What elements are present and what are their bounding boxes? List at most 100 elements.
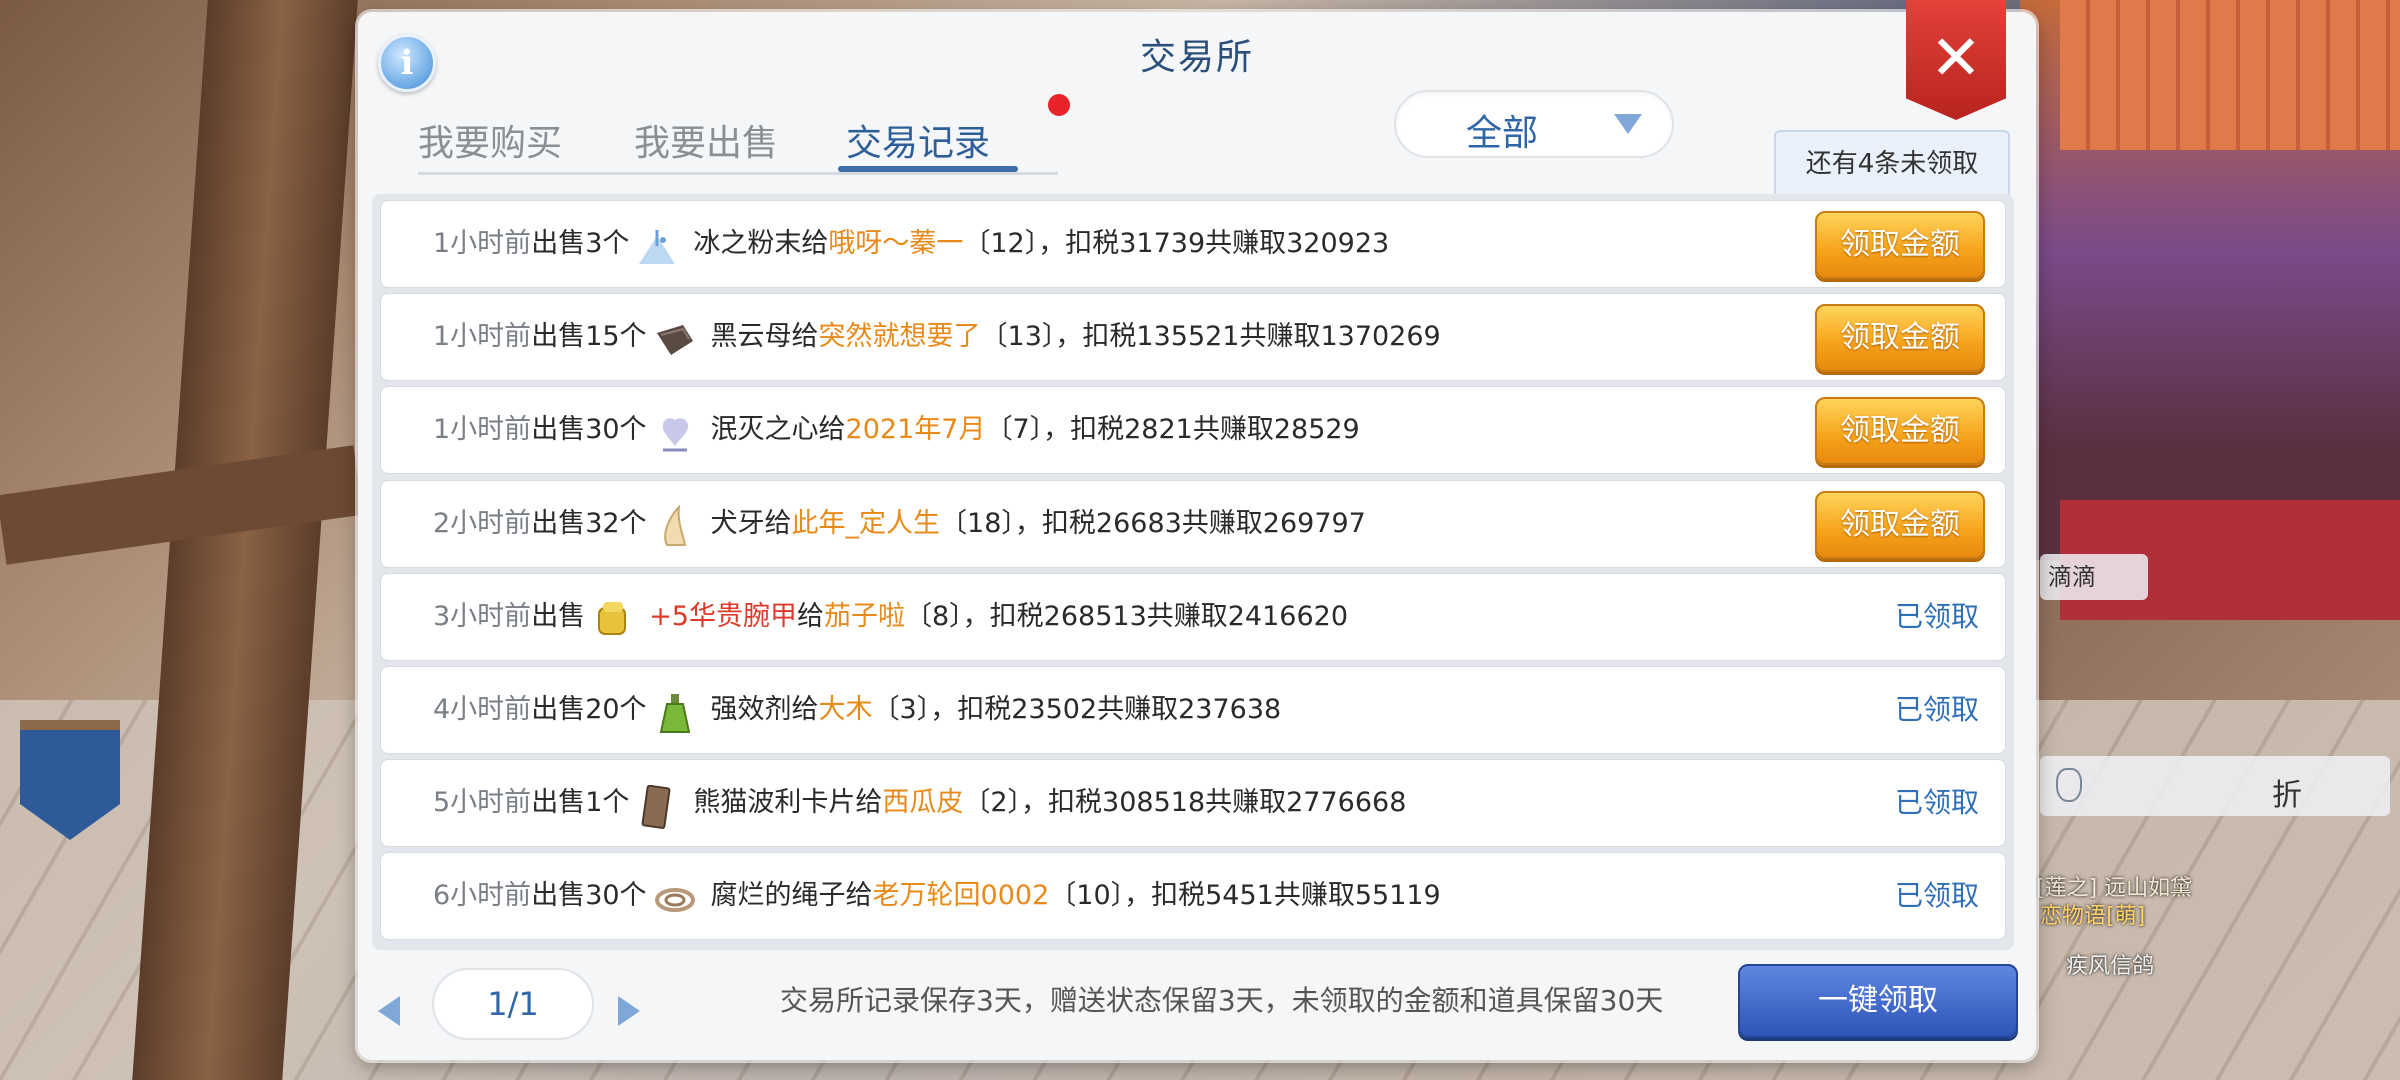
record-buyer[interactable]: 哦呀～蓁一 <box>828 228 963 259</box>
bg-roof <box>2060 0 2400 150</box>
record-buyer[interactable]: 2021年7月 <box>846 414 986 445</box>
record-row: 5小时前出售1个 熊猫波利卡片给西瓜皮〔2〕，扣税308518共赚取2776668… <box>380 759 2006 848</box>
tab-bar: 我要购买 我要出售 交易记录 <box>418 94 1070 175</box>
record-buyer[interactable]: 大木 <box>819 694 873 725</box>
record-row: 3小时前出售 +5华贵腕甲给茄子啦〔8〕，扣税268513共赚取2416620 已领… <box>380 572 2006 661</box>
record-time: 5小时前 <box>433 787 532 819</box>
claimed-status: 已领取 <box>1894 879 1979 913</box>
record-text: 3小时前出售 +5华贵腕甲给茄子啦〔8〕，扣税268513共赚取2416620 <box>433 574 1348 660</box>
record-item-name: 泯灭之心 <box>710 414 819 446</box>
record-text: 1小时前出售3个 冰之粉末给哦呀～蓁一〔12〕，扣税31739共赚取320923 <box>433 201 1389 287</box>
record-text: 1小时前出售15个 黑云母给突然就想要了〔13〕，扣税135521共赚取13702… <box>433 294 1441 380</box>
claim-amount-button[interactable]: 领取金额 <box>1815 211 1985 279</box>
bg-chat-chip[interactable]: 滴滴 <box>2040 554 2148 600</box>
record-to: 给 <box>791 694 819 725</box>
record-verb: 出售 <box>531 787 586 819</box>
record-row: 4小时前出售20个 强效剂给大木〔3〕，扣税23502共赚取237638 已领取 <box>380 666 2006 754</box>
tab-sell[interactable]: 我要出售 <box>634 114 778 166</box>
record-text: 2小时前出售32个 犬牙给此年_定人生〔18〕，扣税26683共赚取269797 <box>433 481 1366 567</box>
record-to: 给 <box>791 321 819 353</box>
claimed-status: 已领取 <box>1894 786 1979 820</box>
record-text: 6小时前出售30个 腐烂的绳子给老万轮回0002〔10〕，扣税5451共赚取551… <box>433 853 1441 939</box>
record-text: 1小时前出售30个 泯灭之心给2021年7月〔7〕，扣税2821共赚取28529 <box>433 387 1360 473</box>
record-buyer[interactable]: 茄子啦 <box>824 601 905 632</box>
record-item-name: +5华贵腕甲 <box>649 600 797 632</box>
dropdown-arrow-icon <box>1614 114 1642 134</box>
record-time: 2小时前 <box>433 507 532 539</box>
record-quantity: 15个 <box>585 321 647 353</box>
next-page-icon[interactable] <box>618 996 640 1026</box>
card-icon <box>635 778 679 829</box>
record-time: 3小时前 <box>433 600 532 632</box>
record-buyer[interactable]: 此年_定人生 <box>792 508 941 539</box>
record-item-name: 腐烂的绳子 <box>710 880 846 912</box>
bg-discount-chip-text: 折 <box>2272 778 2302 813</box>
record-time: 4小时前 <box>433 694 532 725</box>
record-to: 给 <box>801 228 829 259</box>
record-detail: 〔12〕，扣税31739共赚取320923 <box>963 228 1390 259</box>
record-item-name: 犬牙 <box>710 507 765 539</box>
record-item-name: 熊猫波利卡片 <box>693 787 856 819</box>
page-indicator: 1/1 <box>432 968 594 1040</box>
record-text: 5小时前出售1个 熊猫波利卡片给西瓜皮〔2〕，扣税308518共赚取2776668 <box>433 760 1406 846</box>
record-verb: 出售 <box>531 880 586 912</box>
record-verb: 出售 <box>531 228 586 259</box>
record-list[interactable]: 1小时前出售3个 冰之粉末给哦呀～蓁一〔12〕，扣税31739共赚取320923 领… <box>372 194 2014 950</box>
record-detail: 〔2〕，扣税308518共赚取2776668 <box>963 787 1407 819</box>
bg-discount-chip[interactable]: 折 <box>2040 756 2390 816</box>
record-buyer[interactable]: 突然就想要了 <box>819 321 981 352</box>
close-icon: ✕ <box>1930 21 1982 94</box>
record-time: 1小时前 <box>433 321 532 353</box>
player-title: 恋物语[萌] <box>2040 904 2146 929</box>
record-quantity: 32个 <box>585 507 647 539</box>
record-detail: 〔13〕，扣税135521共赚取1370269 <box>980 321 1441 353</box>
money-bag-icon <box>2056 768 2082 802</box>
tab-trade-records[interactable]: 交易记录 <box>846 114 990 166</box>
claim-all-button[interactable]: 一键领取 <box>1738 964 2018 1038</box>
record-verb: 出售 <box>531 694 586 725</box>
fang-icon <box>653 498 697 547</box>
record-buyer[interactable]: 西瓜皮 <box>882 787 963 818</box>
record-detail: 〔8〕，扣税268513共赚取2416620 <box>905 600 1348 632</box>
record-quantity: 30个 <box>585 880 647 912</box>
unclaimed-tooltip: 还有4条未领取 <box>1774 130 2010 198</box>
tab-buy[interactable]: 我要购买 <box>418 114 562 166</box>
record-quantity: 20个 <box>585 694 647 725</box>
record-row: 1小时前出售3个 冰之粉末给哦呀～蓁一〔12〕，扣税31739共赚取320923 领… <box>380 200 2006 288</box>
record-to: 给 <box>764 507 792 539</box>
exchange-panel: i 交易所 ✕ 我要购买 我要出售 交易记录 全部 还有4条未领取 1小时前出售… <box>358 0 2036 1060</box>
record-row: 1小时前出售30个 泯灭之心给2021年7月〔7〕，扣税2821共赚取28529 领… <box>380 386 2006 475</box>
record-text: 4小时前出售20个 强效剂给大木〔3〕，扣税23502共赚取237638 <box>433 667 1281 753</box>
filter-dropdown[interactable]: 全部 <box>1394 90 1674 158</box>
filter-value: 全部 <box>1466 113 1539 154</box>
notification-dot-icon <box>1048 94 1070 116</box>
potion-icon <box>653 685 697 733</box>
record-detail: 〔10〕，扣税5451共赚取55119 <box>1049 880 1441 912</box>
record-verb: 出售 <box>531 600 586 632</box>
claim-amount-button[interactable]: 领取金额 <box>1815 397 1985 466</box>
retention-note: 交易所记录保存3天，赠送状态保留3天，未领取的金额和道具保留30天 <box>780 984 1664 1017</box>
record-time: 1小时前 <box>433 414 532 446</box>
record-row: 6小时前出售30个 腐烂的绳子给老万轮回0002〔10〕，扣税5451共赚取551… <box>380 852 2006 941</box>
record-item-name: 强效剂 <box>710 694 792 725</box>
bg-chat-chip-text: 滴滴 <box>2048 563 2096 591</box>
record-to: 给 <box>818 414 846 446</box>
record-item-name: 黑云母 <box>710 321 792 353</box>
claim-amount-button[interactable]: 领取金额 <box>1815 304 1985 373</box>
record-verb: 出售 <box>531 321 586 353</box>
prev-page-icon[interactable] <box>378 996 400 1026</box>
record-time: 1小时前 <box>433 228 532 259</box>
close-button[interactable]: ✕ <box>1906 0 2006 120</box>
claimed-status: 已领取 <box>1894 599 1979 633</box>
record-to: 给 <box>855 787 883 819</box>
gauntlet-icon <box>591 591 635 636</box>
record-buyer[interactable]: 老万轮回0002 <box>873 880 1050 911</box>
heart-icon <box>653 405 697 452</box>
record-detail: 〔7〕，扣税2821共赚取28529 <box>985 414 1360 446</box>
record-item-name: 冰之粉末 <box>693 228 802 259</box>
record-quantity: 1个 <box>585 787 630 819</box>
ice-powder-icon <box>635 219 679 264</box>
claim-amount-button[interactable]: 领取金额 <box>1815 490 1985 559</box>
record-time: 6小时前 <box>433 880 532 912</box>
record-row: 2小时前出售32个 犬牙给此年_定人生〔18〕，扣税26683共赚取269797 领… <box>380 479 2006 568</box>
